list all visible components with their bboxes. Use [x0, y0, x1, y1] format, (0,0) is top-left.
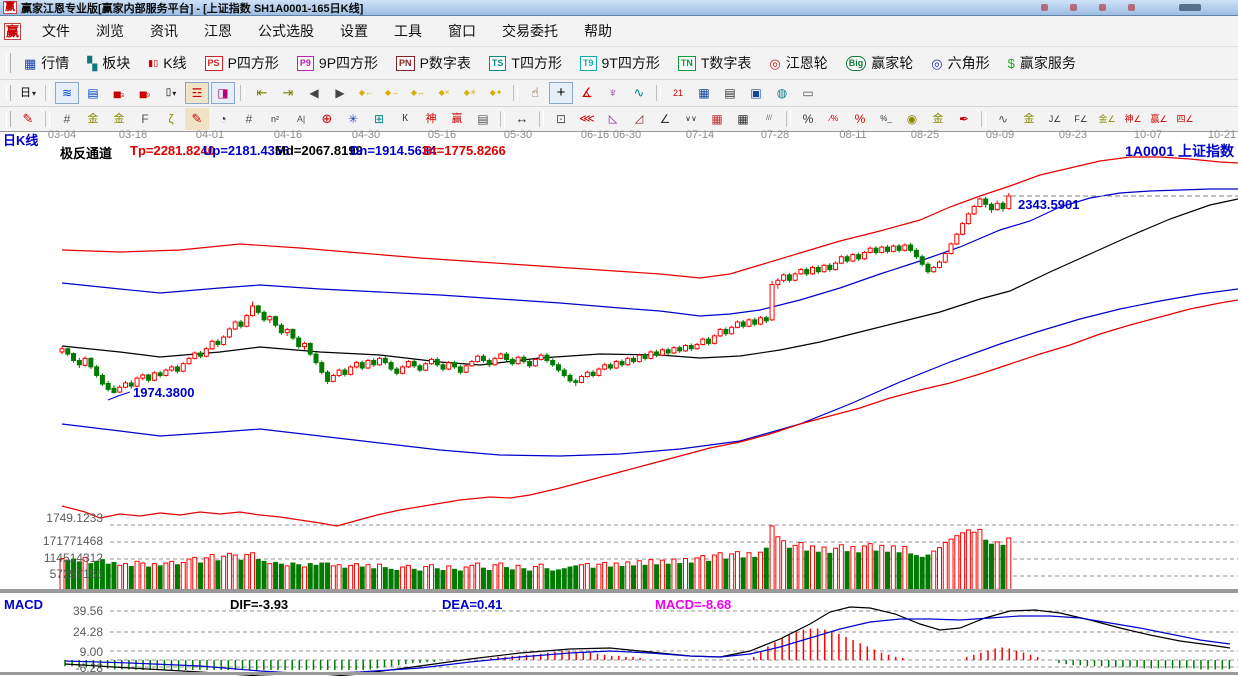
- kline-chart-canvas[interactable]: [0, 0, 1238, 676]
- chart-area: 03-0403-1804-0104-1604-3005-1605-3006-16…: [0, 0, 1238, 676]
